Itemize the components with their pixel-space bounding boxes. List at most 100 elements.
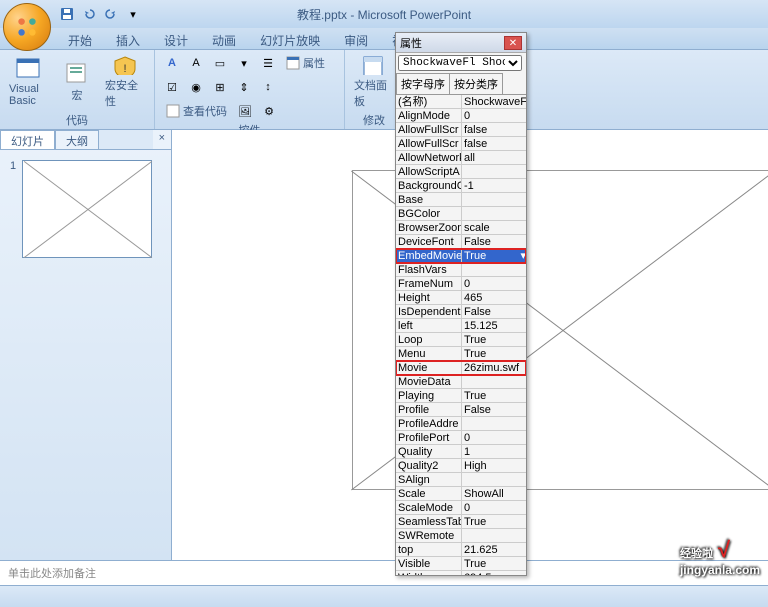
option-icon[interactable]: ◉ — [185, 76, 207, 98]
property-row[interactable]: BrowserZoomscale — [396, 221, 526, 235]
property-row[interactable]: SAlign — [396, 473, 526, 487]
macro-button[interactable]: 宏 — [54, 52, 100, 112]
sort-alpha-tab[interactable]: 按字母序 — [396, 73, 450, 94]
image-icon[interactable]: 🖼 — [234, 100, 256, 122]
property-row[interactable]: AllowFullScrfalse — [396, 123, 526, 137]
property-row[interactable]: SeamlessTabbTrue — [396, 515, 526, 529]
property-row[interactable]: DeviceFontFalse — [396, 235, 526, 249]
property-row[interactable]: ScaleShowAll — [396, 487, 526, 501]
property-value[interactable] — [462, 263, 526, 276]
visual-basic-button[interactable]: Visual Basic — [6, 52, 52, 112]
close-pane-icon[interactable]: × — [153, 130, 171, 149]
property-value[interactable]: False — [462, 235, 526, 248]
property-row[interactable]: AlignMode0 — [396, 109, 526, 123]
tab-anim[interactable]: 动画 — [200, 28, 248, 49]
tab-outline[interactable]: 大纲 — [55, 130, 99, 149]
slide-thumbnail[interactable] — [22, 160, 152, 258]
more-controls-icon[interactable]: ⚙ — [258, 100, 280, 122]
toggle-icon[interactable]: ⊞ — [209, 76, 231, 98]
save-icon[interactable] — [58, 5, 76, 23]
property-value[interactable]: High — [462, 459, 526, 472]
property-row[interactable]: Width694.5 — [396, 571, 526, 575]
property-value[interactable]: False — [462, 403, 526, 416]
property-row[interactable]: IsDependentFalse — [396, 305, 526, 319]
property-value[interactable] — [462, 375, 526, 388]
property-value[interactable]: 26zimu.swf — [462, 361, 526, 374]
property-value[interactable]: scale — [462, 221, 526, 234]
property-row[interactable]: EmbedMovieTrue ▾ — [396, 249, 526, 263]
qat-dropdown-icon[interactable]: ▾ — [124, 5, 142, 23]
property-row[interactable]: MenuTrue — [396, 347, 526, 361]
property-row[interactable]: PlayingTrue — [396, 389, 526, 403]
property-value[interactable]: True — [462, 333, 526, 346]
office-button[interactable] — [3, 3, 51, 51]
property-value[interactable]: all — [462, 151, 526, 164]
property-row[interactable]: ProfileFalse — [396, 403, 526, 417]
property-row[interactable]: LoopTrue — [396, 333, 526, 347]
undo-icon[interactable] — [80, 5, 98, 23]
property-value[interactable]: ShowAll — [462, 487, 526, 500]
property-value[interactable]: 694.5 — [462, 571, 526, 575]
listbox-icon[interactable]: ☰ — [257, 52, 279, 74]
property-row[interactable]: AllowFullScrfalse — [396, 137, 526, 151]
property-value[interactable]: 1 — [462, 445, 526, 458]
property-row[interactable]: Quality1 — [396, 445, 526, 459]
property-row[interactable]: ScaleMode0 — [396, 501, 526, 515]
label-icon[interactable]: A — [185, 52, 207, 74]
dialog-titlebar[interactable]: 属性 ✕ — [396, 33, 526, 53]
property-row[interactable]: VisibleTrue — [396, 557, 526, 571]
property-row[interactable]: AllowNetworkall — [396, 151, 526, 165]
property-value[interactable]: 21.625 — [462, 543, 526, 556]
button-icon[interactable]: ▭ — [209, 52, 231, 74]
view-code-button[interactable]: 查看代码 — [161, 100, 232, 122]
scroll-icon[interactable]: ↕ — [257, 76, 279, 98]
property-row[interactable]: Quality2High — [396, 459, 526, 473]
property-row[interactable]: Height465 — [396, 291, 526, 305]
property-row[interactable]: (名称)ShockwaveFl — [396, 95, 526, 109]
property-value[interactable]: 0 — [462, 277, 526, 290]
property-row[interactable]: SWRemote — [396, 529, 526, 543]
property-value[interactable]: false — [462, 137, 526, 150]
property-value[interactable]: 0 — [462, 109, 526, 122]
property-row[interactable]: FrameNum0 — [396, 277, 526, 291]
spin-icon[interactable]: ⇕ — [233, 76, 255, 98]
tab-slideshow[interactable]: 幻灯片放映 — [248, 28, 332, 49]
combobox-icon[interactable]: ▾ — [233, 52, 255, 74]
property-value[interactable]: 0 — [462, 431, 526, 444]
sort-category-tab[interactable]: 按分类序 — [449, 73, 503, 94]
property-value[interactable]: 15.125 — [462, 319, 526, 332]
properties-button[interactable]: 属性 — [281, 52, 330, 74]
property-value[interactable]: false — [462, 123, 526, 136]
property-value[interactable]: 0 — [462, 501, 526, 514]
property-row[interactable]: left15.125 — [396, 319, 526, 333]
property-value[interactable] — [462, 193, 526, 206]
property-row[interactable]: FlashVars — [396, 263, 526, 277]
property-value[interactable] — [462, 529, 526, 542]
object-selector[interactable]: ShockwaveFl ShockwaveFl — [398, 55, 522, 71]
property-value[interactable]: False — [462, 305, 526, 318]
property-row[interactable]: Movie26zimu.swf — [396, 361, 526, 375]
property-value[interactable]: True — [462, 557, 526, 570]
redo-icon[interactable] — [102, 5, 120, 23]
property-row[interactable]: MovieData — [396, 375, 526, 389]
property-value[interactable]: True ▾ — [462, 249, 526, 262]
property-value[interactable]: 465 — [462, 291, 526, 304]
property-row[interactable]: BackgroundCo-1 — [396, 179, 526, 193]
close-icon[interactable]: ✕ — [504, 36, 522, 50]
property-value[interactable] — [462, 207, 526, 220]
property-list[interactable]: (名称)ShockwaveFlAlignMode0AllowFullScrfal… — [396, 95, 526, 575]
tab-home[interactable]: 开始 — [56, 28, 104, 49]
property-row[interactable]: ProfileAddre — [396, 417, 526, 431]
property-value[interactable] — [462, 473, 526, 486]
tab-slides[interactable]: 幻灯片 — [0, 130, 55, 149]
property-value[interactable]: ShockwaveFl — [462, 95, 526, 108]
notes-pane[interactable]: 单击此处添加备注 — [0, 560, 768, 585]
property-row[interactable]: BGColor — [396, 207, 526, 221]
property-row[interactable]: top21.625 — [396, 543, 526, 557]
property-value[interactable]: True — [462, 347, 526, 360]
checkbox-icon[interactable]: ☑ — [161, 76, 183, 98]
doc-panel-button[interactable]: 文档面板 — [351, 52, 397, 112]
macro-security-button[interactable]: ! 宏安全性 — [102, 52, 148, 112]
tab-review[interactable]: 审阅 — [332, 28, 380, 49]
tab-design[interactable]: 设计 — [152, 28, 200, 49]
